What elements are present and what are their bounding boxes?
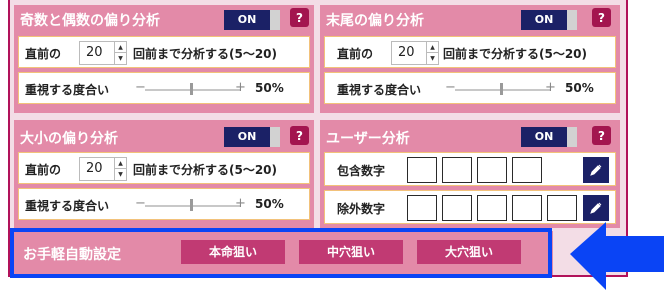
panel-odd-even: 奇数と偶数の偏り分析 ON ? 直前の 20 ▲ ▼ 回前まで分析する(5〜20)… <box>14 5 314 113</box>
weight-percent: 50% <box>255 81 284 95</box>
on-toggle[interactable]: ON <box>521 10 567 30</box>
plus-icon[interactable]: + <box>235 80 246 95</box>
panel-last-digit: 末尾の偏り分析 ON ? 直前の 20 ▲ ▼ 回前まで分析する(5〜20) 重視… <box>320 5 620 113</box>
pencil-icon[interactable] <box>583 157 609 183</box>
exclude-numbers-row: 除外数字 <box>324 190 616 224</box>
plus-icon[interactable]: + <box>235 196 246 211</box>
row-suffix: 回前まで分析する(5〜20) <box>133 47 278 61</box>
help-icon[interactable]: ? <box>290 8 309 27</box>
svg-text:?: ? <box>598 129 605 142</box>
pointer-arrow-icon <box>570 222 664 290</box>
on-toggle[interactable]: ON <box>521 127 567 147</box>
help-icon[interactable]: ? <box>592 126 611 145</box>
stepper-down-icon[interactable]: ▼ <box>427 53 438 64</box>
row-suffix: 回前まで分析する(5〜20) <box>443 47 588 61</box>
weight-slider[interactable] <box>145 205 241 207</box>
include-number-field[interactable] <box>477 157 507 183</box>
weight-percent: 50% <box>255 197 284 211</box>
weight-row: 重視する度合い − + 50% <box>18 188 310 220</box>
svg-text:?: ? <box>296 11 303 24</box>
on-toggle[interactable]: ON <box>224 10 270 30</box>
row-label: 重視する度合い <box>337 83 422 97</box>
stepper-value: 20 <box>86 161 103 176</box>
stepper-up-icon[interactable]: ▲ <box>115 158 126 169</box>
minus-icon[interactable]: − <box>135 196 146 211</box>
minus-icon[interactable]: − <box>445 80 456 95</box>
help-icon[interactable]: ? <box>592 8 611 27</box>
exclude-number-field[interactable] <box>547 195 577 221</box>
stepper-down-icon[interactable]: ▼ <box>115 169 126 180</box>
include-number-field[interactable] <box>512 157 542 183</box>
exclude-number-field[interactable] <box>512 195 542 221</box>
include-number-field[interactable] <box>407 157 437 183</box>
slider-thumb[interactable] <box>190 199 193 211</box>
exclude-number-field[interactable] <box>477 195 507 221</box>
panel-title: 大小の偏り分析 <box>20 131 118 147</box>
stepper-value: 20 <box>398 45 415 60</box>
weight-row: 重視する度合い − + 50% <box>324 72 616 104</box>
row-label: 直前の <box>25 47 62 61</box>
svg-text:?: ? <box>598 11 605 24</box>
help-icon[interactable]: ? <box>290 126 309 145</box>
weight-row: 重視する度合い − + 50% <box>18 72 310 104</box>
include-numbers-row: 包含数字 <box>324 152 616 186</box>
row-suffix: 回前まで分析する(5〜20) <box>133 163 278 177</box>
plus-icon[interactable]: + <box>545 80 556 95</box>
toggle-off-side[interactable] <box>270 127 280 147</box>
panel-user-analysis: ユーザー分析 ON ? 包含数字 除外数字 <box>320 120 620 228</box>
slider-thumb[interactable] <box>190 83 193 95</box>
stepper-value: 20 <box>86 45 103 60</box>
exclude-number-field[interactable] <box>442 195 472 221</box>
panel-title: 奇数と偶数の偏り分析 <box>20 13 160 29</box>
stepper-down-icon[interactable]: ▼ <box>115 53 126 64</box>
include-number-field[interactable] <box>442 157 472 183</box>
highlight-box <box>10 228 552 278</box>
weight-slider[interactable] <box>455 89 551 91</box>
toggle-off-side[interactable] <box>567 10 577 30</box>
minus-icon[interactable]: − <box>135 80 146 95</box>
stepper-up-icon[interactable]: ▲ <box>427 42 438 53</box>
row-label: 直前の <box>337 47 374 61</box>
history-range-row: 直前の 20 ▲ ▼ 回前まで分析する(5〜20) <box>18 36 310 68</box>
row-label: 除外数字 <box>337 202 386 216</box>
history-count-stepper[interactable]: 20 ▲ ▼ <box>391 41 439 65</box>
history-count-stepper[interactable]: 20 ▲ ▼ <box>79 157 127 181</box>
pencil-icon[interactable] <box>583 195 609 221</box>
history-range-row: 直前の 20 ▲ ▼ 回前まで分析する(5〜20) <box>18 152 310 184</box>
history-count-stepper[interactable]: 20 ▲ ▼ <box>79 41 127 65</box>
exclude-number-field[interactable] <box>407 195 437 221</box>
svg-text:?: ? <box>296 129 303 142</box>
stepper-up-icon[interactable]: ▲ <box>115 42 126 53</box>
row-label: 重視する度合い <box>25 199 110 213</box>
panel-high-low: 大小の偏り分析 ON ? 直前の 20 ▲ ▼ 回前まで分析する(5〜20) 重視… <box>14 120 314 228</box>
slider-thumb[interactable] <box>500 83 503 95</box>
weight-percent: 50% <box>565 81 594 95</box>
row-label: 重視する度合い <box>25 83 110 97</box>
weight-slider[interactable] <box>145 89 241 91</box>
history-range-row: 直前の 20 ▲ ▼ 回前まで分析する(5〜20) <box>324 36 616 68</box>
row-label: 直前の <box>25 163 62 177</box>
toggle-off-side[interactable] <box>567 127 577 147</box>
panel-title: 末尾の偏り分析 <box>326 13 424 29</box>
panel-title: ユーザー分析 <box>326 131 410 147</box>
on-toggle[interactable]: ON <box>224 127 270 147</box>
toggle-off-side[interactable] <box>270 10 280 30</box>
row-label: 包含数字 <box>337 164 386 178</box>
